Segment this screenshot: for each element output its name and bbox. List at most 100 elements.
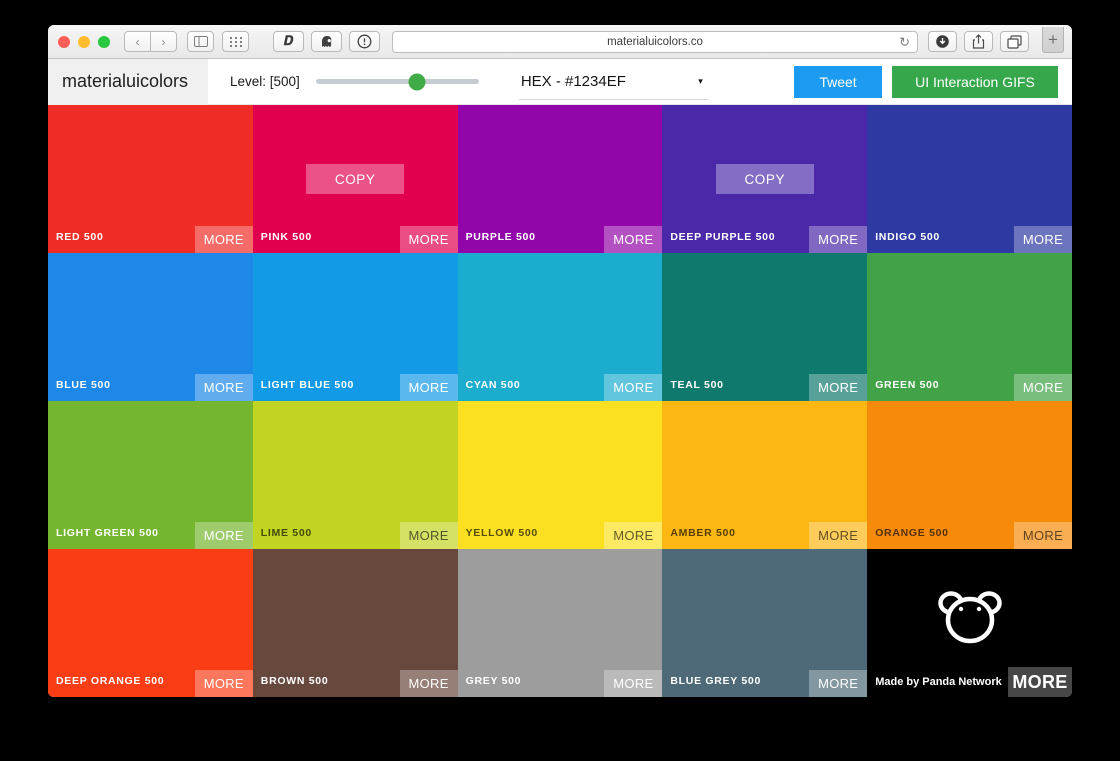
- sidebar-glyph: [193, 36, 208, 47]
- more-button[interactable]: MORE: [604, 226, 663, 253]
- info-circle-glyph: [357, 34, 372, 49]
- more-button[interactable]: MORE: [809, 374, 868, 401]
- color-tile-amber[interactable]: AMBER 500 MORE: [662, 401, 868, 549]
- reload-icon[interactable]: ↻: [899, 35, 910, 48]
- site-brand[interactable]: materialuicolors: [48, 58, 208, 105]
- more-button[interactable]: MORE: [809, 670, 868, 697]
- level-slider[interactable]: [315, 73, 479, 90]
- ghostery-extension-icon[interactable]: [311, 31, 342, 52]
- color-grid: RED 500 MORE COPY PINK 500 MORE PURPLE 500 MOR…: [48, 105, 1072, 697]
- more-button[interactable]: MORE: [399, 670, 458, 697]
- copy-button[interactable]: COPY: [306, 164, 405, 194]
- more-button[interactable]: MORE: [399, 226, 458, 253]
- minimize-window-button[interactable]: [78, 35, 90, 48]
- tab-overview-icon[interactable]: [222, 31, 249, 52]
- back-button[interactable]: ‹: [124, 31, 151, 52]
- header-actions: Tweet UI Interaction GIFS: [794, 65, 1072, 98]
- level-label: Level: [500]: [230, 74, 300, 89]
- panda-logo-icon: [937, 591, 1002, 644]
- color-format-select[interactable]: HEX - #1234EF ▾: [518, 64, 709, 100]
- color-tile-light-green[interactable]: LIGHT GREEN 500 MORE: [48, 401, 253, 549]
- more-button[interactable]: MORE: [194, 374, 253, 401]
- color-tile-label: LIGHT BLUE 500: [260, 379, 355, 391]
- color-tile-label: LIME 500: [260, 527, 312, 539]
- sidebar-icon[interactable]: [187, 31, 214, 52]
- color-tile-label: PINK 500: [260, 231, 312, 243]
- share-glyph: [972, 34, 985, 49]
- color-tile-label: BROWN 500: [260, 675, 329, 687]
- color-tile-label: TEAL 500: [670, 379, 724, 391]
- panda-network-credit: Made by Panda Network: [875, 676, 1002, 688]
- color-tile-label: LIGHT GREEN 500: [56, 527, 159, 539]
- tabs-glyph: [1007, 34, 1022, 49]
- level-slider-thumb[interactable]: [408, 73, 426, 90]
- download-glyph: [936, 35, 949, 48]
- more-button[interactable]: MORE: [399, 374, 458, 401]
- more-button[interactable]: MORE: [1014, 226, 1072, 253]
- color-tile-cyan[interactable]: CYAN 500 MORE: [457, 253, 663, 401]
- tabs-icon[interactable]: [1000, 31, 1029, 52]
- more-button[interactable]: MORE: [399, 522, 458, 549]
- new-tab-button[interactable]: +: [1042, 26, 1064, 53]
- color-tile-blue-grey[interactable]: BLUE GREY 500 MORE: [662, 549, 868, 697]
- close-window-button[interactable]: [58, 35, 70, 48]
- tweet-button[interactable]: Tweet: [794, 65, 882, 98]
- more-button[interactable]: MORE: [604, 670, 663, 697]
- color-tile-grey[interactable]: GREY 500 MORE: [457, 549, 663, 697]
- more-button[interactable]: MORE: [1008, 667, 1072, 697]
- share-icon[interactable]: [964, 31, 993, 52]
- color-tile-label: DEEP ORANGE 500: [56, 675, 165, 687]
- address-bar[interactable]: materialuicolors.co ↻: [392, 30, 918, 53]
- more-button[interactable]: MORE: [1014, 374, 1072, 401]
- more-button[interactable]: MORE: [809, 522, 868, 549]
- extensions-group: 𝑫: [273, 31, 382, 52]
- ghostery-glyph: [321, 35, 331, 47]
- more-button[interactable]: MORE: [194, 670, 253, 697]
- color-tile-label: GREEN 500: [875, 379, 940, 391]
- onepassword-extension-icon[interactable]: [349, 31, 380, 52]
- color-tile-label: INDIGO 500: [875, 231, 940, 243]
- color-tile-label: CYAN 500: [465, 379, 521, 391]
- copy-button[interactable]: COPY: [715, 164, 814, 194]
- color-tile-blue[interactable]: BLUE 500 MORE: [48, 253, 253, 401]
- more-button[interactable]: MORE: [604, 374, 663, 401]
- color-tile-pink[interactable]: COPY PINK 500 MORE: [252, 105, 458, 253]
- color-tile-deep-orange[interactable]: DEEP ORANGE 500 MORE: [48, 549, 253, 697]
- more-button[interactable]: MORE: [1014, 522, 1072, 549]
- color-tile-teal[interactable]: TEAL 500 MORE: [662, 253, 868, 401]
- color-tile-deep-purple[interactable]: COPY DEEP PURPLE 500 MORE: [662, 105, 868, 253]
- more-button[interactable]: MORE: [604, 522, 663, 549]
- level-control: Level: [500]: [230, 73, 479, 90]
- zoom-window-button[interactable]: [98, 35, 110, 48]
- chevron-down-icon: ▾: [698, 75, 703, 86]
- color-tile-purple[interactable]: PURPLE 500 MORE: [457, 105, 663, 253]
- color-tile-lime[interactable]: LIME 500 MORE: [252, 401, 458, 549]
- color-tile-indigo[interactable]: INDIGO 500 MORE: [867, 105, 1072, 253]
- color-tile-orange[interactable]: ORANGE 500 MORE: [867, 401, 1072, 549]
- color-tile-yellow[interactable]: YELLOW 500 MORE: [457, 401, 663, 549]
- toolbar-right-group: +: [928, 26, 1064, 55]
- grid-glyph: [229, 36, 242, 47]
- ui-interaction-gifs-button[interactable]: UI Interaction GIFS: [892, 65, 1058, 98]
- color-tile-label: YELLOW 500: [465, 527, 538, 539]
- more-button[interactable]: MORE: [194, 226, 253, 253]
- color-tile-label: GREY 500: [465, 675, 522, 687]
- nav-button-group: ‹ ›: [124, 31, 177, 52]
- more-button[interactable]: MORE: [194, 522, 253, 549]
- dashlane-extension-icon[interactable]: 𝑫: [273, 31, 304, 52]
- panda-network-tile[interactable]: Made by Panda Network MORE: [867, 549, 1072, 697]
- color-tile-label: BLUE 500: [56, 379, 111, 391]
- color-tile-brown[interactable]: BROWN 500 MORE: [252, 549, 458, 697]
- color-tile-label: DEEP PURPLE 500: [670, 231, 776, 243]
- color-format-value: HEX - #1234EF: [520, 72, 626, 90]
- more-button[interactable]: MORE: [809, 226, 868, 253]
- color-tile-green[interactable]: GREEN 500 MORE: [867, 253, 1072, 401]
- browser-toolbar: ‹ › 𝑫 materialuicolors.co ↻ +: [48, 25, 1072, 59]
- browser-window: ‹ › 𝑫 materialuicolors.co ↻ + materialui…: [48, 25, 1072, 697]
- color-tile-label: BLUE GREY 500: [670, 675, 761, 687]
- color-tile-red[interactable]: RED 500 MORE: [48, 105, 253, 253]
- dashlane-glyph: 𝑫: [283, 34, 294, 49]
- downloads-icon[interactable]: [928, 31, 957, 52]
- forward-button[interactable]: ›: [150, 31, 177, 52]
- color-tile-light-blue[interactable]: LIGHT BLUE 500 MORE: [252, 253, 458, 401]
